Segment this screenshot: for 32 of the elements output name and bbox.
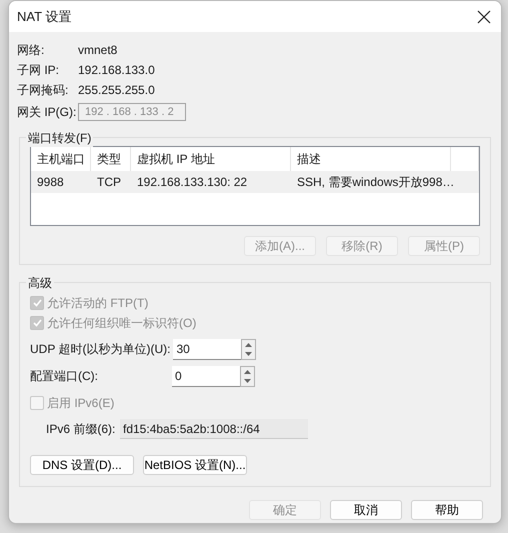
number-field[interactable]: 0 bbox=[172, 366, 240, 387]
checkbox-label: 启用 IPv6(E) bbox=[47, 394, 114, 412]
table-cell-text: SSH, 需要windows开放998… bbox=[296, 174, 451, 190]
checkbox-label: 允许活动的 FTP(T) bbox=[47, 294, 148, 312]
dialog-button[interactable]: 取消 bbox=[330, 500, 402, 520]
table-cell-text: TCP bbox=[96, 175, 122, 189]
field-value: 255.255.255.0 bbox=[78, 83, 155, 97]
spin-buttons[interactable] bbox=[240, 366, 255, 387]
field-label: 子网 IP: bbox=[17, 62, 60, 78]
spin-buttons[interactable] bbox=[241, 339, 256, 360]
check-icon bbox=[32, 299, 42, 307]
field-label: IPv6 前缀(6): bbox=[46, 420, 116, 438]
check-icon bbox=[32, 319, 42, 327]
settings-button[interactable]: NetBIOS 设置(N)... bbox=[143, 455, 247, 475]
field-label: UDP 超时(以秒为单位)(U): bbox=[30, 341, 172, 358]
group-title: 端口转发(F) bbox=[26, 130, 94, 147]
table-row[interactable]: 9988 TCP 192.168.133.130: 22 SSH, 需要windows开放998… bbox=[31, 171, 479, 193]
dialog-button[interactable]: 帮助 bbox=[411, 500, 483, 520]
field-value: vmnet8 bbox=[78, 43, 118, 57]
number-field[interactable]: 30 bbox=[173, 339, 242, 360]
prefix-field[interactable]: fd15:4ba5:5a2b:1008::/64 bbox=[120, 419, 308, 439]
settings-button[interactable]: DNS 设置(D)... bbox=[30, 455, 134, 475]
field-label: 配置端口(C): bbox=[30, 368, 99, 385]
checkbox-label: 允许任何组织唯一标识符(O) bbox=[47, 314, 196, 332]
close-icon[interactable] bbox=[477, 10, 491, 24]
window-title: NAT 设置 bbox=[17, 8, 72, 26]
field-value: 192.168.133.0 bbox=[78, 63, 155, 77]
field-label: 网络: bbox=[17, 42, 46, 58]
table-cell-text: 9988 bbox=[36, 175, 65, 189]
field-label: 子网掩码: bbox=[17, 82, 70, 98]
table-cell-text: 192.168.133.130: 22 bbox=[136, 175, 248, 189]
field-label: 网关 IP(G): bbox=[17, 104, 78, 120]
